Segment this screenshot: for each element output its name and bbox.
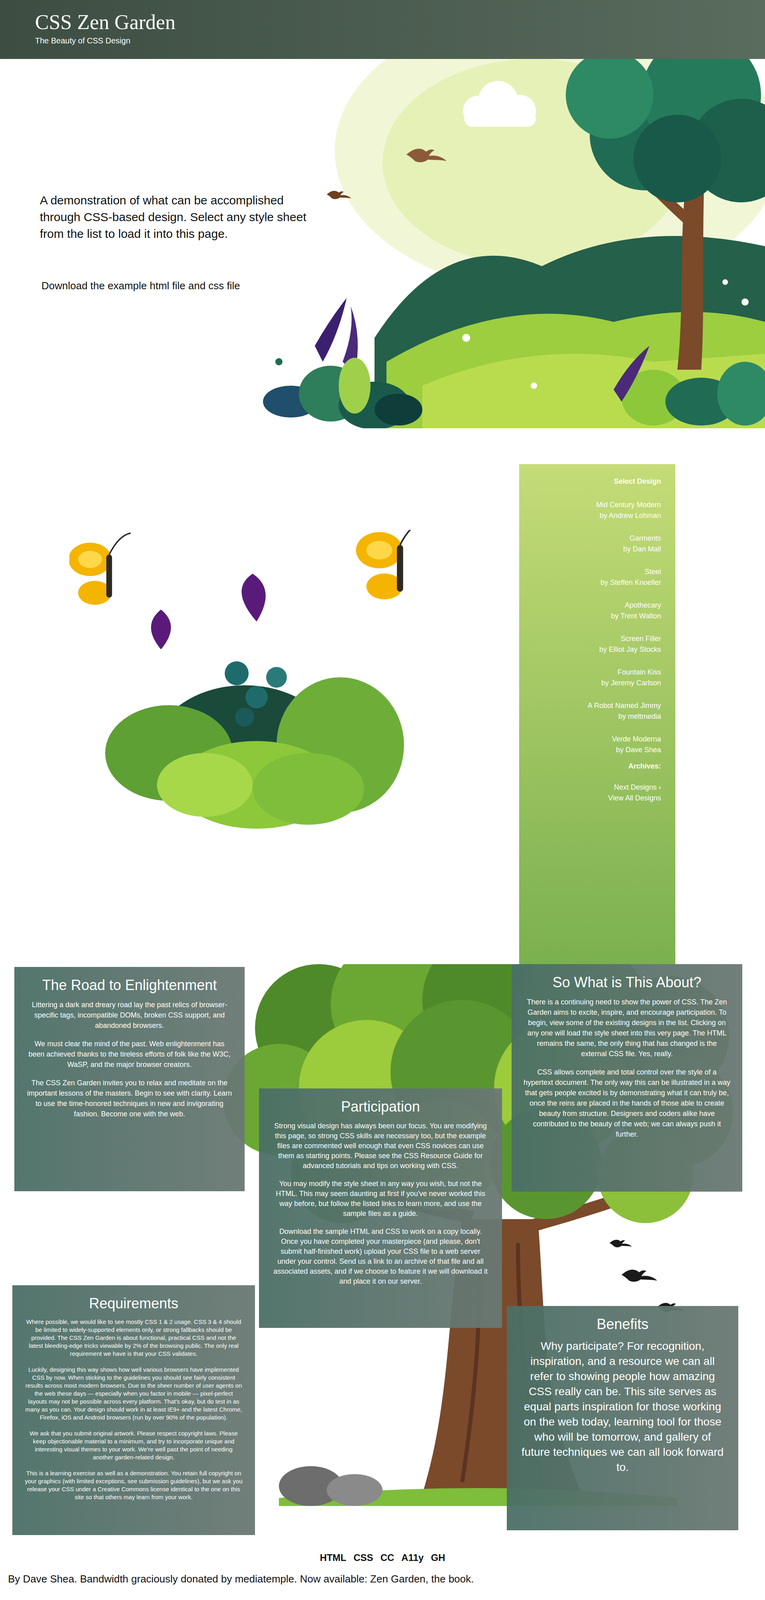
design-item[interactable]: Verde Modernaby Dave Shea	[543, 733, 662, 756]
design-link[interactable]: Screen Fillerby Elliot Jay Stocks	[543, 633, 662, 656]
archive-link[interactable]: View All Designs	[543, 792, 662, 804]
footer-link[interactable]: HTML	[319, 1551, 347, 1565]
design-item[interactable]: Steelby Steffen Knoeller	[543, 566, 662, 589]
download-link[interactable]: Download the example html file and css f…	[39, 278, 319, 293]
section-paragraph: This is a learning exercise as well as a…	[24, 1469, 244, 1502]
design-item[interactable]: A Robot Named Jimmyby meltmedia	[543, 700, 662, 722]
section-title: Benefits	[518, 1314, 727, 1334]
section-paragraph: We ask that you submit original artwork.…	[24, 1429, 244, 1462]
bird-icon	[326, 190, 352, 200]
butterfly-icon	[356, 529, 424, 600]
footer-link[interactable]: CSS	[353, 1551, 373, 1565]
site-footer: HTML CSS CC A11y GH By Dave Shea. Bandwidth g…	[0, 1545, 765, 1594]
section-title: The Road to Enlightenment	[26, 975, 233, 995]
design-link[interactable]: Verde Modernaby Dave Shea	[543, 733, 662, 756]
section-paragraph: Where possible, we would like to see mos…	[24, 1318, 244, 1358]
content-section: So What is This About? There is a continu…	[511, 964, 743, 1192]
content-section: The Road to Enlightenment Littering a dar…	[14, 967, 245, 1192]
section-paragraph: The CSS Zen Garden invites you to relax …	[26, 1077, 233, 1120]
section-paragraph: Littering a dark and dreary road lay the…	[26, 999, 233, 1031]
plants-illustration	[69, 529, 456, 837]
bird-icon	[621, 1269, 658, 1282]
hero: A demonstration of what can be accomplis…	[0, 58, 765, 429]
section-title: Participation	[270, 1097, 491, 1117]
archives-heading: Archives:	[543, 761, 662, 772]
design-item[interactable]: Mid Century Modernby Andrew Lohman	[543, 499, 662, 522]
archive-link[interactable]: Next Designs ›	[543, 782, 662, 793]
footer-link[interactable]: CC	[380, 1551, 395, 1565]
section-paragraph: We must clear the mind of the past. Web …	[26, 1038, 233, 1070]
section-paragraph: Download the sample HTML and CSS to work…	[270, 1226, 491, 1287]
section-paragraph: Luckily, designing this way shows how we…	[24, 1365, 244, 1422]
site-title: CSS Zen Garden	[35, 10, 765, 35]
section-title: So What is This About?	[523, 972, 731, 993]
content-section: Benefits Why participate? For recognition…	[506, 1306, 739, 1531]
select-heading: Select Design	[543, 476, 662, 487]
butterfly-icon	[69, 533, 131, 605]
design-selector: Select Design Mid Century Modernby Andrew…	[519, 464, 676, 965]
design-link[interactable]: Garmentsby Dan Mall	[543, 533, 662, 555]
bird-icon	[406, 148, 447, 163]
design-link[interactable]: Steelby Steffen Knoeller	[543, 566, 662, 589]
design-item[interactable]: Apothecaryby Trent Walton	[543, 600, 662, 622]
footer-link[interactable]: A11y	[401, 1551, 424, 1565]
section-paragraph: There is a continuing need to show the p…	[523, 996, 731, 1060]
design-area: Select Design Mid Century Modernby Andrew…	[0, 428, 765, 965]
landscape-illustration	[255, 58, 765, 429]
footer-link[interactable]: GH	[430, 1551, 446, 1565]
design-link[interactable]: A Robot Named Jimmyby meltmedia	[543, 700, 662, 722]
bird-icon	[609, 1239, 632, 1248]
content-area: The Road to Enlightenment Littering a dar…	[0, 964, 765, 1546]
design-item[interactable]: Screen Fillerby Elliot Jay Stocks	[543, 633, 662, 656]
footer-credit: By Dave Shea. Bandwidth graciously donat…	[0, 1572, 765, 1586]
design-link[interactable]: Fountain Kissby Jeremy Carlson	[543, 666, 662, 689]
intro-text: A demonstration of what can be accomplis…	[39, 192, 315, 243]
design-link[interactable]: Mid Century Modernby Andrew Lohman	[543, 499, 662, 522]
section-paragraph: Why participate? For recognition, inspir…	[518, 1338, 727, 1476]
site-header: CSS Zen GardenThe Beauty of CSS Design	[0, 0, 765, 59]
section-paragraph: CSS allows complete and total control ov…	[523, 1067, 731, 1140]
section-paragraph: You may modify the style sheet in any wa…	[270, 1178, 491, 1219]
content-section: Participation Strong visual design has al…	[258, 1088, 503, 1328]
design-link[interactable]: Apothecaryby Trent Walton	[543, 600, 662, 622]
section-title: Requirements	[24, 1294, 244, 1314]
site-subtitle: The Beauty of CSS Design	[35, 35, 765, 47]
content-section: Requirements Where possible, we would lik…	[12, 1285, 255, 1536]
section-paragraph: Strong visual design has always been our…	[270, 1121, 491, 1172]
design-item[interactable]: Garmentsby Dan Mall	[543, 533, 662, 555]
design-item[interactable]: Fountain Kissby Jeremy Carlson	[543, 666, 662, 689]
